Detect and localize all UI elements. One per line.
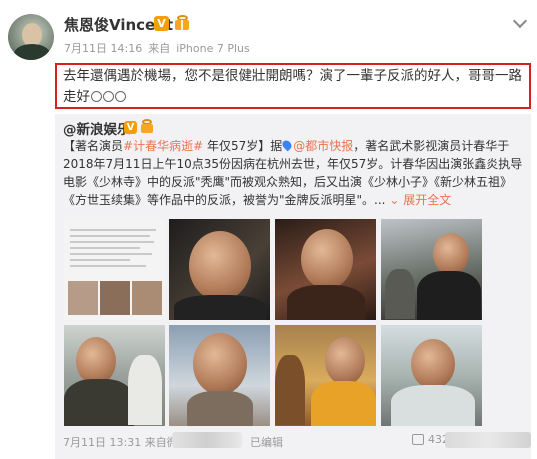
photo-3[interactable]	[275, 219, 376, 320]
post-body: 去年還偶遇於機場，您不是很健壯開朗嗎？演了一輩子反派的好人，哥哥一路走好	[63, 68, 522, 105]
photo-6[interactable]	[169, 325, 270, 426]
avatar-body	[14, 44, 50, 60]
photo-4[interactable]	[381, 219, 482, 320]
expand-label: 展开全文	[403, 193, 452, 207]
redacted-source	[172, 432, 242, 448]
repost-timestamp[interactable]: 7月11日 13:31	[63, 436, 141, 449]
photo-5[interactable]	[64, 325, 165, 426]
chevron-down-icon: ⌄	[389, 193, 400, 207]
repost-text-1: 【著名演员	[63, 139, 124, 153]
edited-label: 已编辑	[250, 436, 283, 449]
photo-1[interactable]	[64, 219, 165, 320]
photo-7[interactable]	[275, 325, 376, 426]
hashtag-link[interactable]: #计春华病逝#	[123, 139, 203, 153]
share-icon[interactable]	[412, 434, 424, 445]
expand-full-text-link[interactable]: ⌄ 展开全文	[389, 193, 451, 207]
member-gift-icon	[174, 15, 191, 31]
weibo-post-card: 焦恩俊Vincent V 7月11日 14:16 来自 iPhone 7 Plus …	[0, 0, 537, 459]
photo-2[interactable]	[169, 219, 270, 320]
repost-text: 【著名演员#计春华病逝# 年仅57岁】据 @都市快报，著名武术影视演员计春华于20…	[63, 137, 525, 209]
verified-badge-icon: V	[154, 16, 169, 31]
repost-source-prefix: 来自	[144, 436, 167, 449]
avatar[interactable]	[8, 14, 54, 60]
source-prefix: 来自	[148, 42, 171, 55]
repost-author[interactable]: @新浪娱乐	[63, 118, 131, 138]
mention-link[interactable]: @都市快报	[293, 139, 353, 153]
crying-emoji-icon	[115, 91, 126, 102]
verified-badge-icon: V	[124, 121, 137, 134]
member-gift-icon	[140, 119, 155, 134]
ellipsis: ...	[374, 193, 386, 207]
photo-8[interactable]	[381, 325, 482, 426]
crying-emoji-icon	[91, 91, 102, 102]
location-icon	[280, 138, 294, 152]
repost-text-2: 年仅57岁】据	[203, 139, 283, 153]
post-text: 去年還偶遇於機場，您不是很健壯開朗嗎？演了一輩子反派的好人，哥哥一路走好	[63, 66, 525, 108]
chevron-down-icon[interactable]	[512, 13, 528, 29]
repost-footer: 7月11日 13:31 来自微	[63, 434, 178, 450]
post-meta: 7月11日 14:16 来自 iPhone 7 Plus	[64, 40, 256, 56]
post-device: iPhone 7 Plus	[176, 42, 250, 55]
crying-emoji-icon	[103, 91, 114, 102]
post-timestamp[interactable]: 7月11日 14:16	[64, 42, 142, 55]
redacted-actions	[445, 432, 531, 448]
